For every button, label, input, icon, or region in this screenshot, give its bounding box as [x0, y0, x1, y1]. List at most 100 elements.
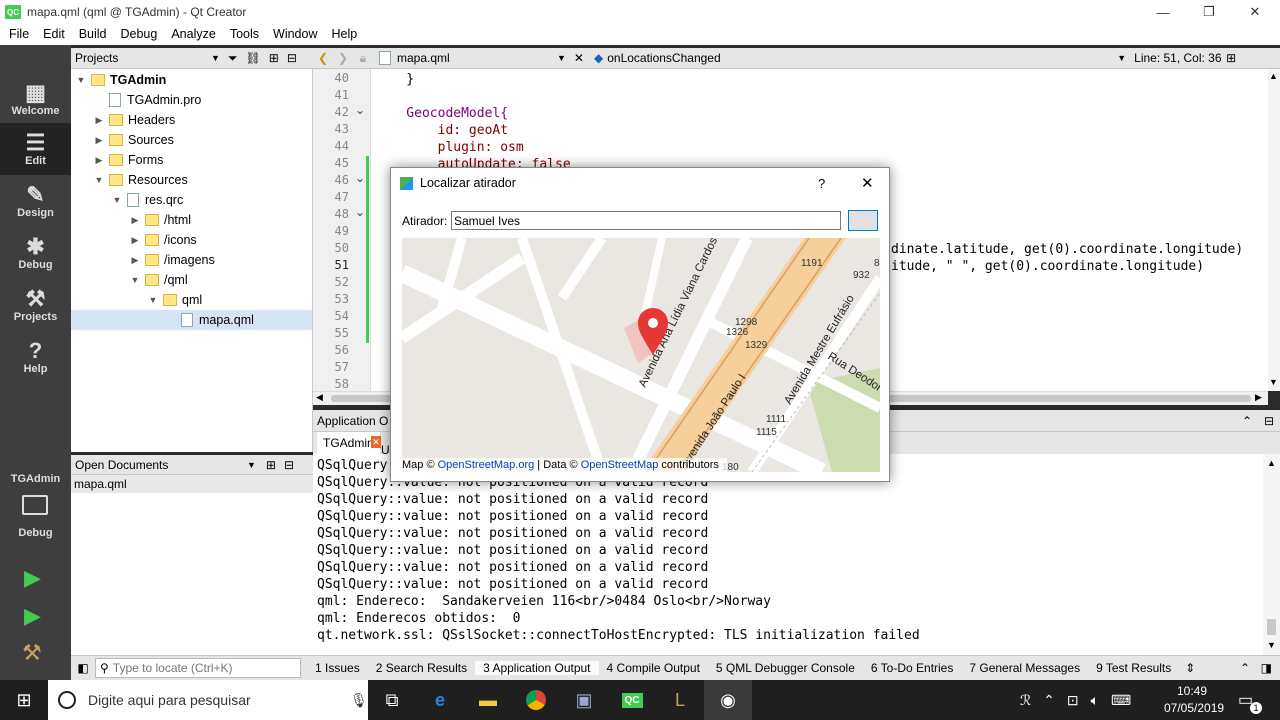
- build-hammer-icon[interactable]: ⚒: [22, 640, 42, 666]
- fold-marker-icon[interactable]: ⌄: [355, 205, 365, 219]
- microphone-icon[interactable]: 🎙︎: [350, 692, 368, 709]
- monitor-icon[interactable]: [22, 495, 48, 515]
- menu-tools[interactable]: Tools: [223, 24, 266, 45]
- chevron-down-icon[interactable]: ▼: [211, 53, 220, 63]
- project-tree-item[interactable]: ▼ res.qrc: [111, 190, 312, 210]
- tab-qml-debugger-console[interactable]: 5 QML Debugger Console: [708, 661, 863, 675]
- split-icon[interactable]: ⊞: [269, 51, 279, 65]
- app-window-icon[interactable]: ▣: [560, 680, 608, 720]
- network-icon[interactable]: ⊡: [1067, 692, 1079, 709]
- chevron-down-icon[interactable]: ▼: [1117, 53, 1126, 63]
- menu-window[interactable]: Window: [266, 24, 324, 45]
- project-tree-item[interactable]: ▶ Headers: [93, 110, 312, 130]
- scroll-thumb[interactable]: [1267, 619, 1276, 635]
- chrome-icon[interactable]: [512, 680, 560, 720]
- project-tree-item[interactable]: ▼ TGAdmin: [75, 70, 312, 90]
- symbol-combo[interactable]: onLocationsChanged: [607, 51, 1117, 65]
- chevron-down-icon[interactable]: ▼: [557, 53, 566, 63]
- clock[interactable]: 10:49 07/05/2019: [1164, 683, 1224, 717]
- projects-combo[interactable]: Projects: [71, 51, 211, 65]
- tab-test-results[interactable]: 9 Test Results: [1088, 661, 1179, 675]
- chevron-down-icon[interactable]: ▼: [111, 195, 123, 205]
- close-pane-icon[interactable]: ⊟: [287, 51, 297, 65]
- project-tree-item[interactable]: TGAdmin.pro: [93, 90, 312, 110]
- tab-compile-output[interactable]: 4 Compile Output: [599, 661, 708, 675]
- menu-analyze[interactable]: Analyze: [164, 24, 222, 45]
- chevron-right-icon[interactable]: ▶: [129, 215, 141, 226]
- keyboard-icon[interactable]: ⌨: [1111, 692, 1131, 709]
- cursor-position[interactable]: Line: 51, Col: 36: [1134, 51, 1226, 65]
- chevron-down-icon[interactable]: ▼: [93, 175, 105, 185]
- minimize-button[interactable]: —: [1140, 0, 1186, 24]
- tab-todo-entries[interactable]: 6 To-Do Entries: [863, 661, 961, 675]
- mode-help[interactable]: ? Help: [0, 331, 71, 383]
- chevron-right-icon[interactable]: ▶: [129, 255, 141, 266]
- project-tree-item[interactable]: ▶ Forms: [93, 150, 312, 170]
- locator[interactable]: ⚲ Type to locate (Ctrl+K): [95, 658, 301, 678]
- back-icon[interactable]: ❮: [313, 51, 333, 65]
- chevron-down-icon[interactable]: ▼: [129, 275, 141, 285]
- project-tree-item[interactable]: ▶ /html: [129, 210, 312, 230]
- run-icon[interactable]: ▶: [24, 565, 41, 591]
- task-view-icon[interactable]: ⧉: [368, 680, 416, 720]
- chevron-down-icon[interactable]: ▼: [147, 295, 159, 305]
- split-icon[interactable]: ⊞: [266, 458, 276, 472]
- debug-run-icon[interactable]: ▶: [24, 603, 41, 629]
- project-tree-item[interactable]: mapa.qml: [71, 310, 312, 330]
- taskbar-search-input[interactable]: Digite aqui para pesquisar: [88, 692, 350, 708]
- chevron-up-icon[interactable]: ⌃: [1240, 661, 1250, 675]
- split-icon[interactable]: ⊞: [1226, 51, 1236, 65]
- tab-application-output[interactable]: 3 Application Output: [475, 661, 599, 675]
- up-down-arrows-icon[interactable]: ⇕: [1185, 661, 1195, 675]
- mode-projects[interactable]: ⚒ Projects: [0, 279, 71, 331]
- chevron-down-icon[interactable]: ▼: [247, 460, 256, 470]
- taskbar-search[interactable]: Digite aqui para pesquisar 🎙︎: [48, 680, 368, 720]
- project-tree-item[interactable]: ▶ /imagens: [129, 250, 312, 270]
- dialog-help-button[interactable]: ?: [818, 176, 825, 191]
- maximize-pane-icon[interactable]: ⌃: [1242, 414, 1252, 428]
- fold-marker-icon[interactable]: ⌄: [355, 171, 365, 185]
- volume-icon[interactable]: 🔈︎: [1091, 692, 1099, 709]
- toggle-output-icon[interactable]: ◨: [1261, 661, 1272, 675]
- project-tree-item[interactable]: ▶ /icons: [129, 230, 312, 250]
- people-icon[interactable]: ℛ: [1020, 692, 1031, 709]
- close-window-button[interactable]: ✕: [1232, 0, 1278, 24]
- project-tree-item[interactable]: ▼ qml: [147, 290, 312, 310]
- windows-start-icon[interactable]: ⊞: [0, 680, 48, 720]
- menu-edit[interactable]: Edit: [36, 24, 72, 45]
- application-output[interactable]: QSqlQuery QSqlQuery::value: not positione…: [313, 454, 1263, 655]
- qt-creator-taskbar-icon[interactable]: QC: [608, 680, 656, 720]
- locator-input[interactable]: Type to locate (Ctrl+K): [113, 661, 233, 675]
- file-explorer-icon[interactable]: ▬: [464, 680, 512, 720]
- forward-icon[interactable]: ❯: [333, 51, 353, 65]
- tab-search-results[interactable]: 2 Search Results: [368, 661, 475, 675]
- restore-button[interactable]: ❐: [1186, 0, 1232, 24]
- chevron-up-icon[interactable]: ⌃: [1043, 692, 1055, 709]
- toggle-sidebar-icon[interactable]: ◧: [71, 661, 95, 675]
- menu-build[interactable]: Build: [72, 24, 114, 45]
- edge-icon[interactable]: e: [416, 680, 464, 720]
- tg-app-icon[interactable]: ◉: [704, 680, 752, 720]
- output-vscroll[interactable]: ▲ ▼: [1263, 454, 1280, 655]
- close-pane-icon[interactable]: ⊟: [284, 458, 294, 472]
- stop-icon[interactable]: ✕: [371, 436, 381, 448]
- editor-vscroll[interactable]: ▲ ▼: [1268, 69, 1280, 391]
- tab-general-messages[interactable]: 7 General Messages: [961, 661, 1088, 675]
- search-button[interactable]: [848, 210, 878, 231]
- mode-debug[interactable]: ✱ Debug: [0, 227, 71, 279]
- shooter-input[interactable]: [451, 211, 841, 230]
- mode-edit[interactable]: ☰ Edit: [0, 123, 71, 175]
- project-tree-item[interactable]: ▼ Resources: [93, 170, 312, 190]
- link-icon[interactable]: ⛓: [246, 51, 261, 65]
- chevron-right-icon[interactable]: ▶: [93, 155, 105, 166]
- league-icon[interactable]: L: [656, 680, 704, 720]
- menu-help[interactable]: Help: [324, 24, 364, 45]
- project-tree-item[interactable]: ▼ /qml: [129, 270, 312, 290]
- map-canvas[interactable]: 1191 932 8 1298 1326 1329 1111 1115 180 …: [402, 238, 880, 472]
- osm-org-link[interactable]: OpenStreetMap.org: [438, 459, 535, 471]
- chevron-right-icon[interactable]: ▶: [129, 235, 141, 246]
- fold-marker-icon[interactable]: ⌄: [355, 103, 365, 117]
- chevron-right-icon[interactable]: ▶: [93, 115, 105, 126]
- file-combo[interactable]: mapa.qml: [397, 51, 557, 65]
- menu-debug[interactable]: Debug: [114, 24, 165, 45]
